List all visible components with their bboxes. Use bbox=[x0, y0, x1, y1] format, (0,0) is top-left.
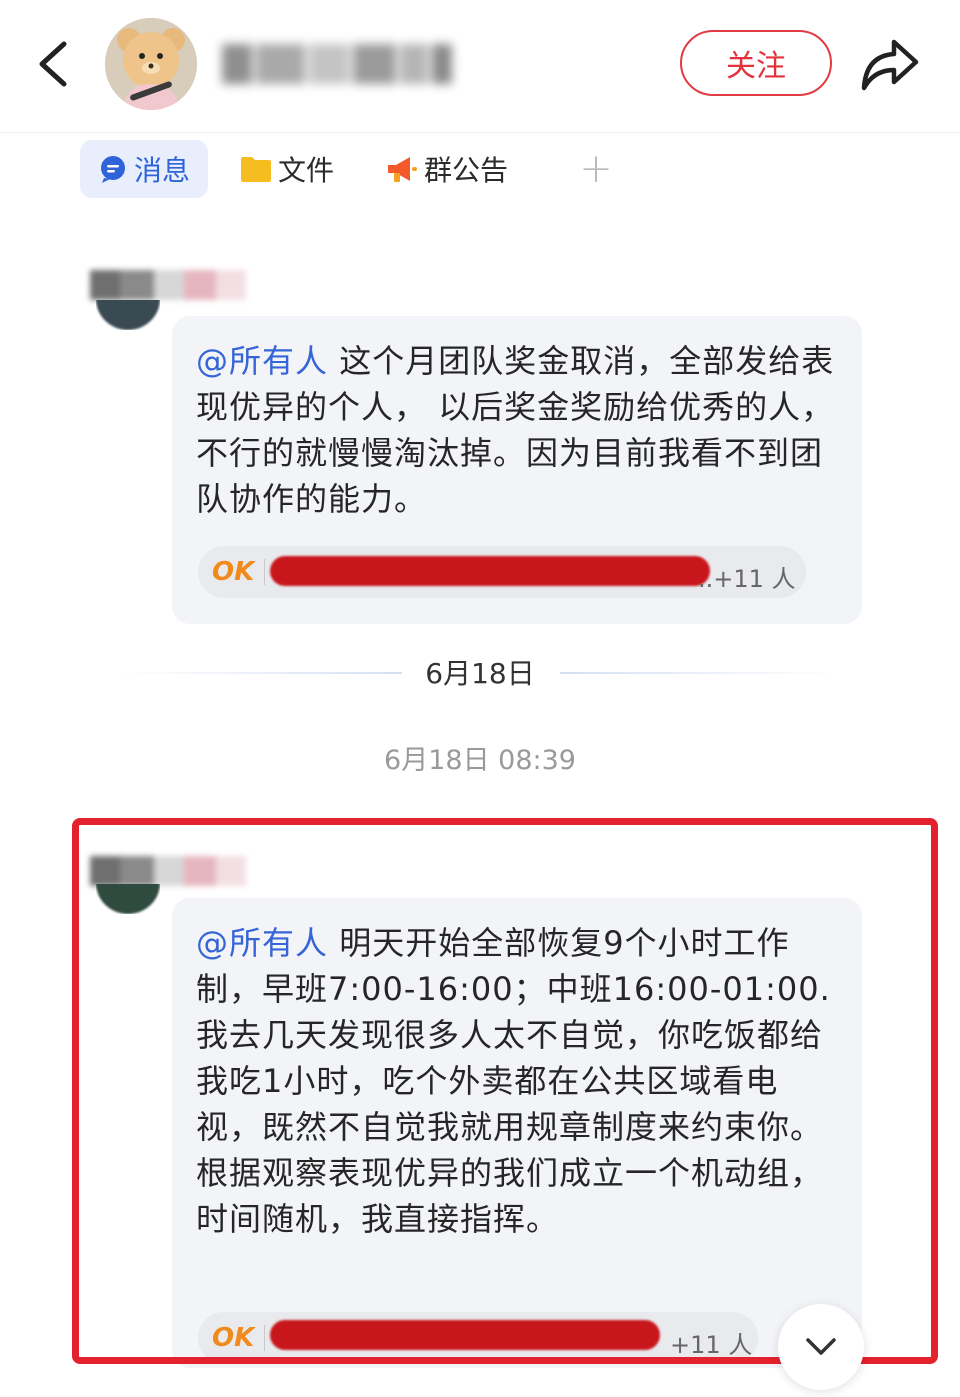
tab-files[interactable]: 文件 bbox=[240, 140, 350, 198]
group-avatar[interactable] bbox=[105, 18, 197, 110]
message-text: @所有人 这个月团队奖金取消，全部发给表现优异的个人， 以后奖金奖励给优秀的人，… bbox=[196, 338, 844, 522]
reaction-bar[interactable]: OK ..+11 人 bbox=[198, 546, 806, 598]
share-arrow-icon bbox=[861, 39, 919, 91]
chat-bubble-icon bbox=[100, 156, 125, 183]
divider-line-left bbox=[120, 672, 402, 674]
mention-all[interactable]: @所有人 bbox=[196, 342, 328, 380]
ok-reaction-emoji: OK bbox=[212, 557, 255, 587]
reaction-separator bbox=[264, 559, 266, 585]
chevron-down-icon bbox=[806, 1338, 836, 1355]
sender-name-redacted bbox=[90, 270, 246, 300]
date-divider: 6月18日 bbox=[425, 657, 535, 690]
tab-messages[interactable]: 消息 bbox=[80, 140, 208, 198]
group-name-redacted bbox=[222, 40, 452, 88]
plus-icon: + bbox=[579, 146, 613, 192]
reaction-count: ..+11 人 bbox=[698, 565, 796, 593]
redaction-scribble bbox=[270, 556, 710, 586]
message-bubble[interactable]: @所有人 这个月团队奖金取消，全部发给表现优异的个人， 以后奖金奖励给优秀的人，… bbox=[172, 316, 862, 624]
teddy-bear-avatar-image bbox=[105, 18, 197, 110]
scroll-to-bottom-button[interactable] bbox=[778, 1304, 864, 1390]
share-button[interactable] bbox=[858, 36, 922, 94]
tab-announcements-label: 群公告 bbox=[424, 154, 509, 187]
back-button[interactable] bbox=[30, 36, 78, 92]
megaphone-icon bbox=[388, 157, 417, 182]
tab-messages-label: 消息 bbox=[133, 154, 190, 187]
tab-announcements[interactable]: 群公告 bbox=[386, 140, 526, 198]
message-timestamp: 6月18日 08:39 bbox=[384, 745, 576, 776]
highlight-frame bbox=[72, 818, 938, 1364]
divider-line-right bbox=[560, 672, 840, 674]
tab-files-label: 文件 bbox=[278, 154, 335, 187]
follow-button[interactable]: 关注 bbox=[680, 30, 832, 96]
add-tab-button[interactable]: + bbox=[574, 140, 618, 198]
folder-icon bbox=[241, 157, 271, 182]
chevron-left-icon bbox=[39, 41, 67, 87]
